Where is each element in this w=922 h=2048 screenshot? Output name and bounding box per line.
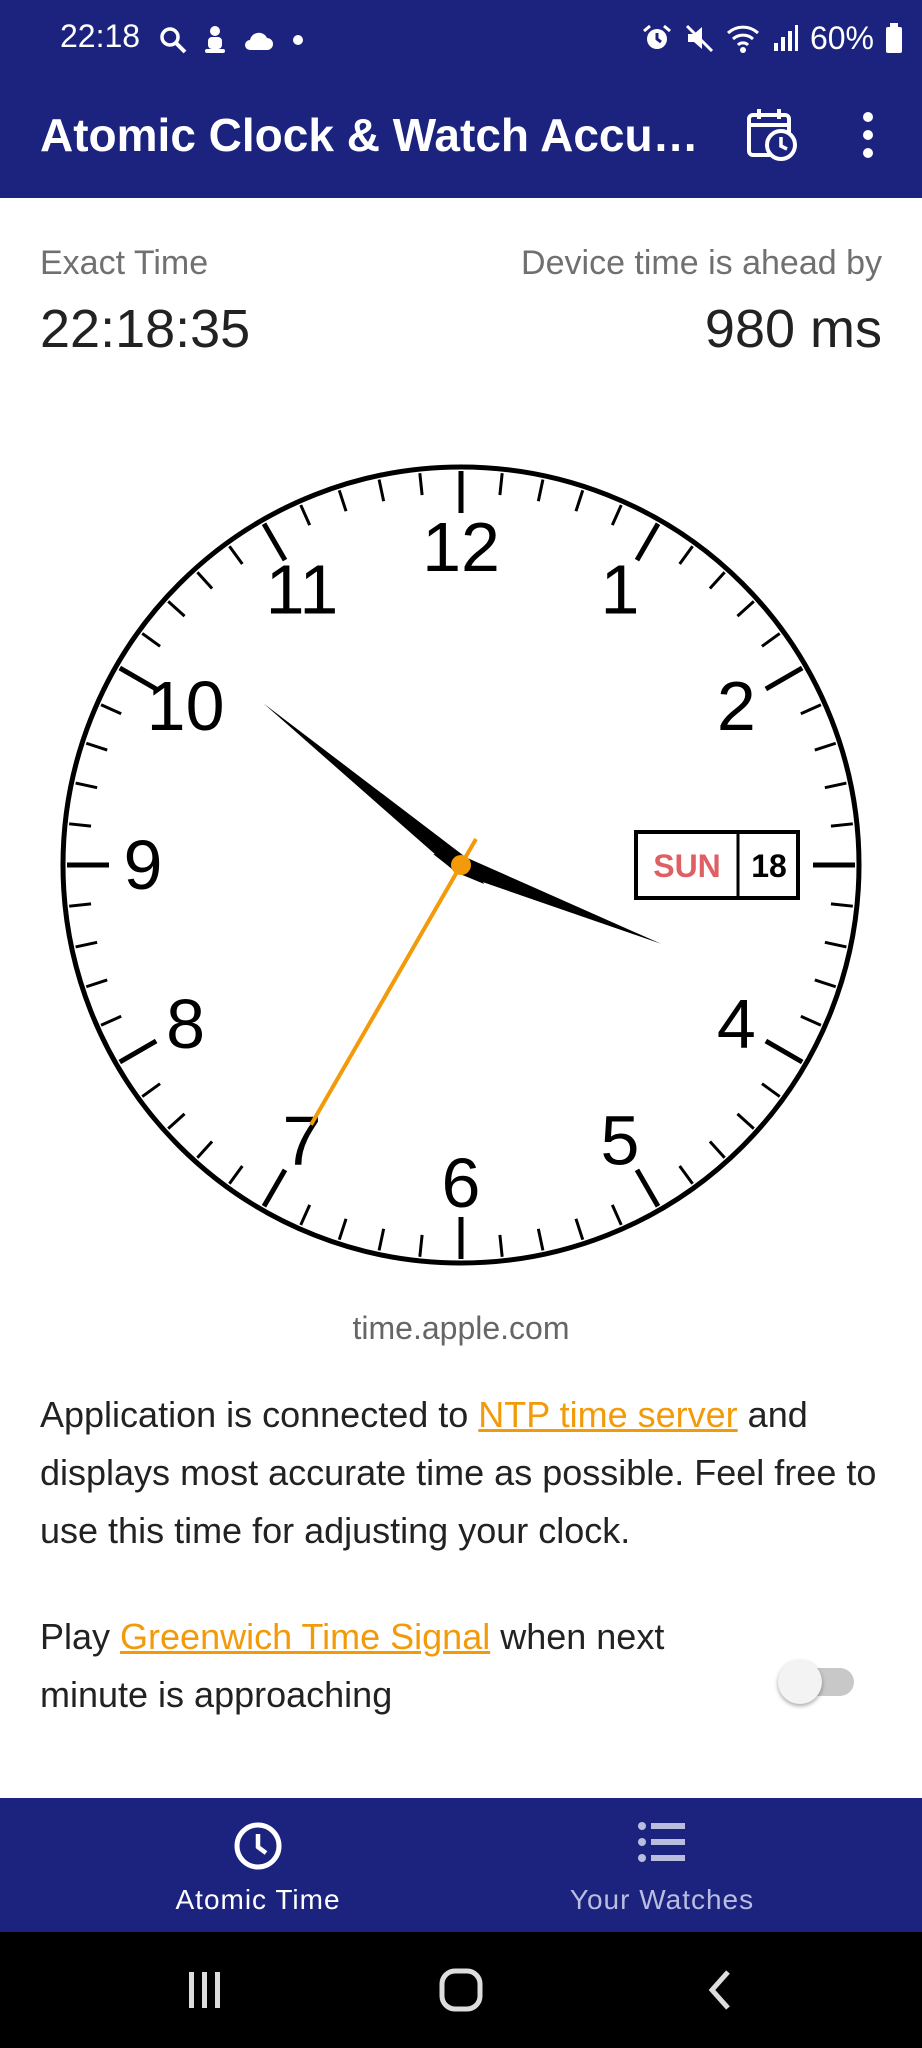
nav-atomic-time[interactable]: Atomic Time (108, 1798, 408, 1932)
app-bar: Atomic Clock & Watch Accu… (0, 80, 922, 198)
numeral-10: 10 (147, 667, 225, 745)
exact-time-label: Exact Time (40, 244, 209, 282)
nav-your-watches-label: Your Watches (569, 1884, 755, 1915)
back-icon (708, 1970, 730, 2010)
numeral-11: 11 (266, 551, 339, 629)
clock-icon (234, 1822, 282, 1870)
greenwich-signal-toggle[interactable] (778, 1652, 858, 1704)
date-day: SUN (653, 848, 721, 884)
recent-apps-icon (189, 1972, 220, 2008)
signal-text-pre: Play (40, 1616, 121, 1657)
signal-icon (773, 25, 798, 51)
dot-icon (293, 35, 303, 45)
greenwich-signal-link[interactable]: Greenwich Time Signal (120, 1616, 490, 1657)
offset-label: Device time is ahead by (521, 244, 882, 282)
system-nav-bar (0, 1932, 922, 2048)
cloud-icon (245, 32, 273, 50)
info-paragraph: Application is connected to NTP time ser… (40, 1386, 890, 1560)
home-button[interactable] (421, 1960, 501, 2020)
offset-value: 980 ms (704, 299, 882, 359)
recent-apps-button[interactable] (165, 1960, 245, 2020)
date-num: 18 (751, 848, 787, 884)
numeral-4: 4 (717, 985, 756, 1063)
battery-icon (886, 23, 902, 53)
list-icon (638, 1822, 685, 1862)
status-bar: 22:18 60% (0, 0, 922, 80)
numeral-8: 8 (166, 985, 205, 1063)
calendar-clock-icon (747, 109, 797, 161)
more-options-button[interactable] (846, 100, 890, 170)
numeral-9: 9 (124, 826, 163, 904)
back-button[interactable] (679, 1960, 759, 2020)
figure-icon (205, 26, 225, 53)
alarm-icon (642, 24, 671, 49)
numeral-12: 12 (422, 508, 500, 586)
nav-your-watches[interactable]: Your Watches (512, 1798, 812, 1932)
more-vert-icon (863, 112, 873, 158)
home-icon (439, 1968, 483, 2012)
clock-face: 12124567891011 SUN 18 (60, 464, 862, 1266)
ntp-server-name: time.apple.com (352, 1310, 570, 1346)
exact-time-value: 22:18:35 (40, 299, 251, 359)
center-pin (451, 855, 471, 875)
info-text-pre: Application is connected to (40, 1394, 479, 1435)
search-icon (160, 27, 187, 54)
bottom-navigation: Atomic Time Your Watches (0, 1798, 922, 1932)
ntp-server-link[interactable]: NTP time server (478, 1394, 737, 1435)
toggle-knob (778, 1660, 822, 1704)
numeral-5: 5 (601, 1101, 640, 1179)
wifi-icon (726, 25, 759, 53)
calendar-clock-button[interactable] (740, 100, 804, 170)
numeral-2: 2 (717, 667, 756, 745)
numeral-1: 1 (601, 551, 640, 629)
numeral-6: 6 (442, 1144, 481, 1222)
mute-icon (685, 24, 714, 53)
analog-clock: 12 1 2 4 5 6 7 8 9 10 11 SUN 18 (58, 462, 864, 1268)
signal-paragraph: Play Greenwich Time Signal when next min… (40, 1608, 740, 1724)
nav-atomic-time-label: Atomic Time (175, 1884, 341, 1915)
battery-percent: 60% (809, 19, 874, 56)
status-time: 22:18 (60, 18, 141, 54)
app-title: Atomic Clock & Watch Accu… (40, 109, 699, 161)
date-window: SUN 18 (634, 830, 800, 900)
